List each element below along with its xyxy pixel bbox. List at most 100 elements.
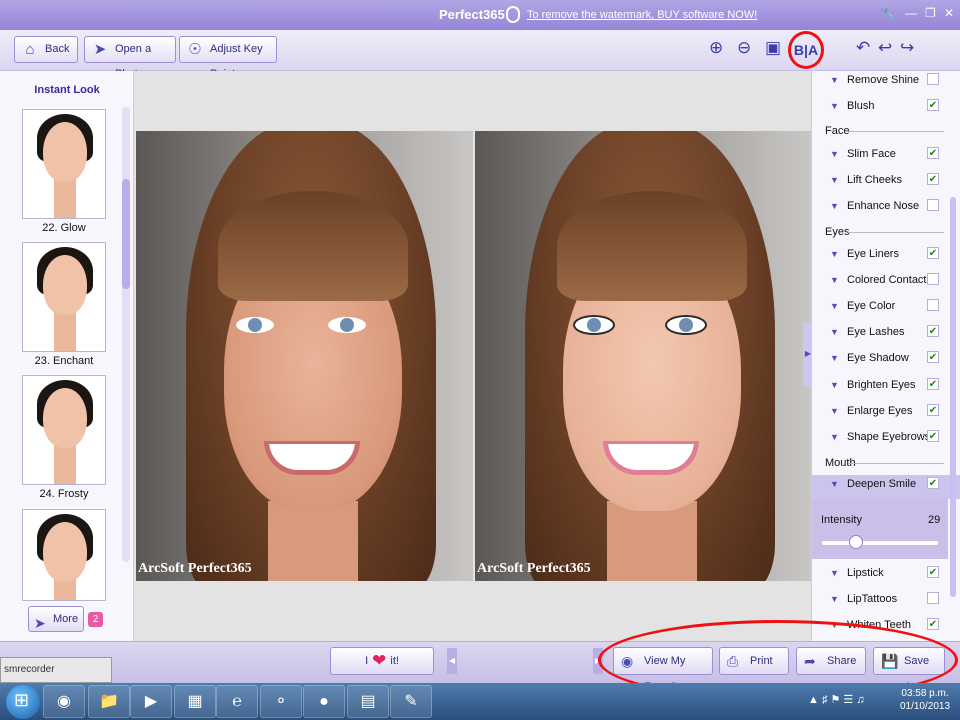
feature-row[interactable]: ▼ Shape Eyebrows ✔ (812, 428, 960, 450)
taskbar-clock[interactable]: 03:58 p.m. 01/10/2013 (895, 687, 955, 713)
feature-name: LipTattoos (847, 593, 898, 605)
feature-name: Deepen Smile (847, 478, 917, 490)
explorer-folder-icon[interactable]: 📁 (88, 685, 130, 718)
intensity-slider-track[interactable] (822, 541, 938, 545)
intensity-label: Intensity (821, 514, 862, 526)
adjust-key-points-button[interactable]: ☉ Adjust Key Points (179, 36, 277, 80)
close-icon[interactable]: ✕ (944, 6, 954, 20)
undo-all-icon[interactable]: ↶ (856, 38, 870, 58)
system-tray-icons[interactable]: ▲ ♯ ⚑ ☰ ♫ (808, 693, 865, 706)
feature-row[interactable]: ▼ Eye Lashes ✔ (812, 323, 960, 345)
features-panel: ▼ Remove Shine ▼ Blush ✔ Face ▼ Slim Fac… (811, 71, 960, 641)
home-icon: ⌂ (25, 41, 35, 58)
recorder-window[interactable]: smrecorder (0, 657, 112, 683)
look-item[interactable]: 22. Glow (22, 109, 106, 234)
feature-checkbox[interactable] (927, 73, 939, 85)
feature-row[interactable]: ▼ Enlarge Eyes ✔ (812, 402, 960, 424)
title-bar: Perfect365 To remove the watermark, BUY … (0, 0, 960, 30)
skype-icon[interactable]: ⚬ (260, 685, 302, 718)
intensity-slider-knob[interactable] (848, 535, 863, 549)
feature-checkbox[interactable]: ✔ (927, 618, 939, 630)
scroll-left-icon[interactable]: ◀ (447, 648, 457, 674)
feature-checkbox[interactable] (927, 273, 939, 285)
zoom-in-icon[interactable]: ⊕ (709, 38, 723, 58)
more-count-badge: 2 (88, 612, 103, 627)
feature-row[interactable]: ▼ Colored Contacts (812, 271, 960, 293)
key-points-icon: ☉ (188, 41, 202, 58)
look-thumbnail (22, 375, 106, 485)
after-watermark: ArcSoft Perfect365 (477, 561, 591, 576)
feature-row[interactable]: ▼ Blush ✔ (812, 97, 960, 119)
feature-checkbox[interactable] (927, 299, 939, 311)
expand-triangle-icon: ▼ (830, 301, 839, 311)
feature-checkbox[interactable]: ✔ (927, 430, 939, 442)
expand-triangle-icon: ▼ (830, 479, 839, 489)
open-photo-button[interactable]: ➤ Open a Photo (84, 36, 176, 80)
feature-checkbox[interactable]: ✔ (927, 325, 939, 337)
photo-canvas[interactable]: ArcSoft Perfect365 ArcSoft Perfect365 (134, 71, 812, 641)
presentation-icon[interactable]: ▦ (174, 685, 216, 718)
i-love-it-button[interactable]: I ❤ it! (330, 647, 434, 675)
feature-row[interactable]: ▼ Brighten Eyes ✔ (812, 376, 960, 398)
minimize-icon[interactable]: — (905, 6, 917, 20)
look-label: 22. Glow (42, 222, 86, 234)
look-item[interactable]: 24. Frosty (22, 375, 106, 500)
feature-checkbox[interactable]: ✔ (927, 477, 939, 489)
back-button[interactable]: ⌂ Back (14, 36, 78, 63)
watermark-lock-icon (506, 6, 520, 23)
feature-checkbox[interactable]: ✔ (927, 247, 939, 259)
feature-checkbox[interactable]: ✔ (927, 404, 939, 416)
zoom-out-icon[interactable]: ⊖ (737, 38, 751, 58)
features-scrollbar[interactable] (950, 197, 956, 597)
look-item[interactable] (22, 509, 106, 601)
buy-software-link[interactable]: To remove the watermark, BUY software NO… (527, 9, 757, 21)
feature-row-selected[interactable]: ▼ Deepen Smile ✔ (812, 475, 960, 499)
expand-triangle-icon: ▼ (830, 594, 839, 604)
before-after-toggle[interactable]: B|A (788, 31, 824, 69)
feature-row[interactable]: ▼ Eye Liners ✔ (812, 245, 960, 267)
feature-name: Eye Color (847, 300, 896, 312)
feature-checkbox[interactable]: ✔ (927, 378, 939, 390)
more-looks-button[interactable]: ➤ More (28, 606, 84, 632)
start-button[interactable] (6, 685, 40, 719)
look-item[interactable]: 23. Enchant (22, 242, 106, 367)
feature-name: Slim Face (847, 148, 896, 160)
feature-checkbox[interactable]: ✔ (927, 99, 939, 111)
feature-row[interactable]: ▼ Lift Cheeks ✔ (812, 171, 960, 193)
feature-checkbox[interactable]: ✔ (927, 147, 939, 159)
feature-name: Blush (847, 100, 875, 112)
expand-triangle-icon: ▼ (830, 353, 839, 363)
media-player-icon[interactable]: ▶ (130, 685, 172, 718)
word-icon[interactable]: ▤ (347, 685, 389, 718)
feature-row[interactable]: ▼ LipTattoos (812, 590, 960, 612)
more-label: More (53, 613, 79, 625)
settings-wrench-icon[interactable]: 🔧 (880, 6, 895, 20)
feature-row[interactable]: ▼ Eye Color (812, 297, 960, 319)
expand-triangle-icon: ▼ (830, 101, 839, 111)
chrome-icon[interactable]: ◉ (43, 685, 85, 718)
feature-checkbox[interactable]: ✔ (927, 566, 939, 578)
looks-scrollbar[interactable] (122, 107, 130, 562)
undo-icon[interactable]: ↩ (878, 38, 892, 58)
expand-triangle-icon: ▼ (830, 149, 839, 159)
section-eyes-heading: Eyes (825, 226, 850, 238)
feature-checkbox[interactable] (927, 199, 939, 211)
section-divider (848, 232, 944, 233)
fit-screen-icon[interactable]: ▣ (765, 38, 781, 58)
feature-checkbox[interactable]: ✔ (927, 173, 939, 185)
feature-name: Lipstick (847, 567, 884, 579)
feature-row[interactable]: ▼ Lipstick ✔ (812, 564, 960, 586)
feature-row[interactable]: ▼ Remove Shine (812, 71, 960, 93)
restore-icon[interactable]: ❐ (925, 6, 936, 20)
internet-explorer-icon[interactable]: ℮ (216, 685, 258, 718)
feature-row[interactable]: ▼ Enhance Nose (812, 197, 960, 219)
feature-checkbox[interactable]: ✔ (927, 351, 939, 363)
feature-row[interactable]: ▼ Slim Face ✔ (812, 145, 960, 167)
paint-icon[interactable]: ✎ (390, 685, 432, 718)
perfect365-taskbar-icon[interactable]: ● (303, 685, 345, 718)
feature-checkbox[interactable] (927, 592, 939, 604)
looks-scroll-thumb[interactable] (122, 179, 130, 289)
expand-triangle-icon: ▼ (830, 275, 839, 285)
redo-icon[interactable]: ↪ (900, 38, 914, 58)
feature-row[interactable]: ▼ Eye Shadow ✔ (812, 349, 960, 371)
